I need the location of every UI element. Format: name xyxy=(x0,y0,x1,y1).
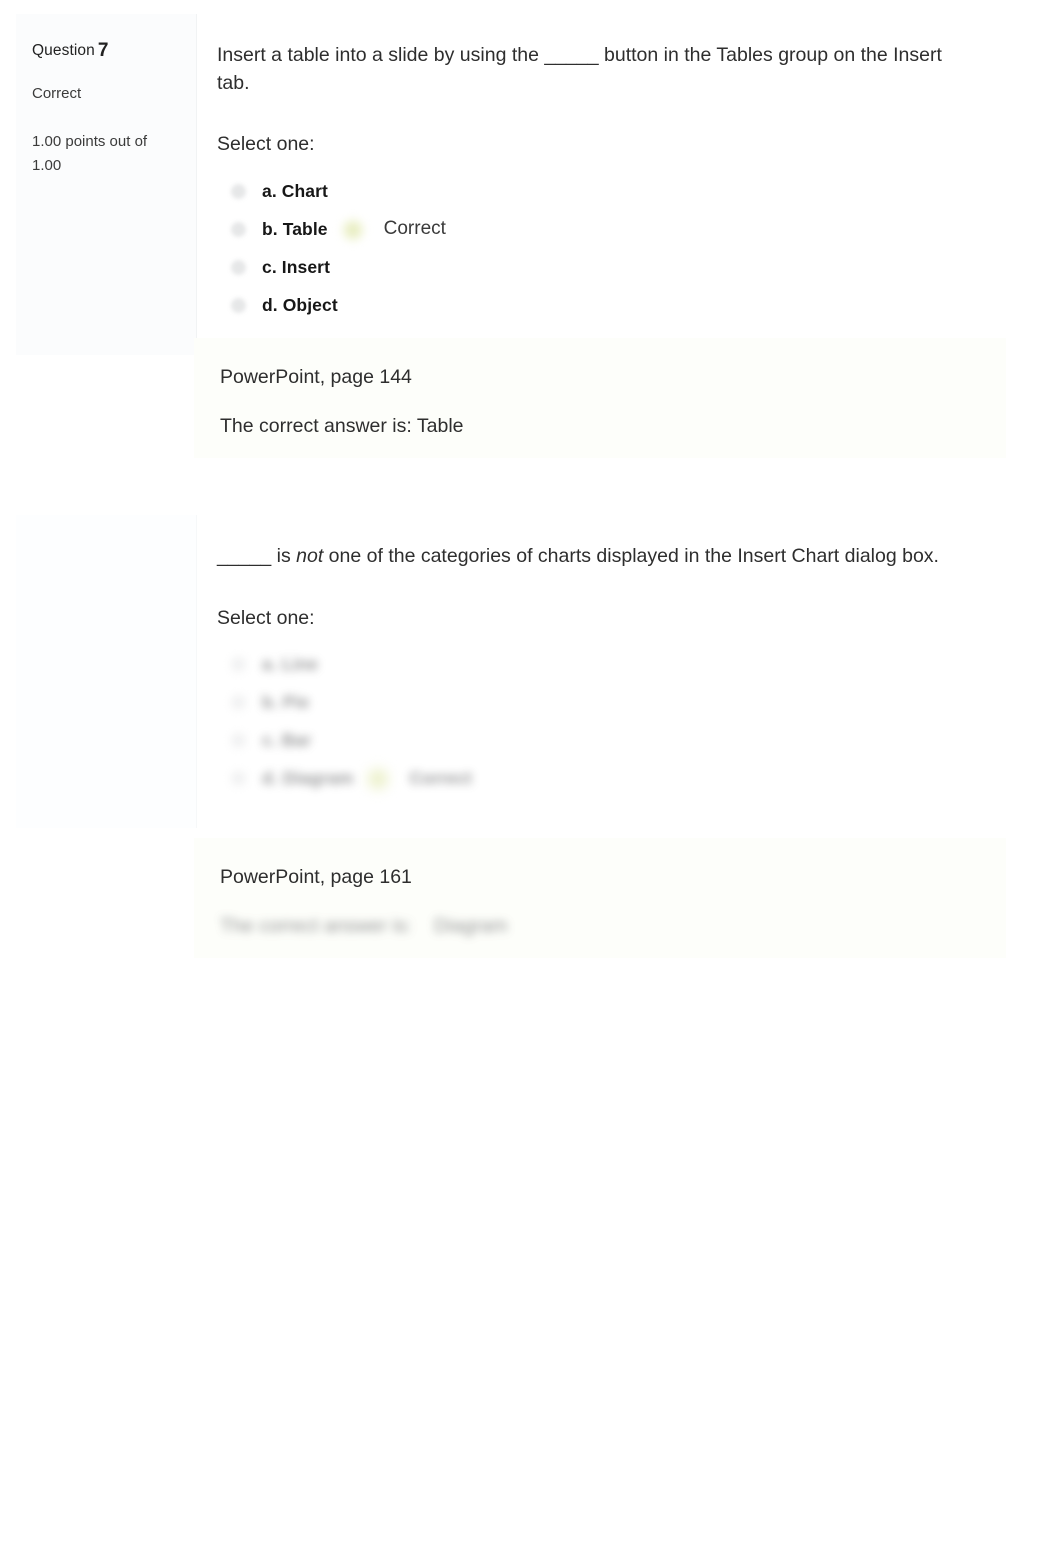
answer-option-a[interactable]: a. Chart xyxy=(217,173,972,211)
answer-label: d. Object xyxy=(262,295,338,316)
stem-emphasis: not xyxy=(296,545,324,567)
question-grade: 1.00 points out of 1.00 xyxy=(32,132,148,174)
question-label: Question xyxy=(32,42,95,59)
answer-label: b. Table xyxy=(262,219,328,240)
radio-button-icon[interactable] xyxy=(231,695,246,711)
answer-option-c[interactable]: c. Bar xyxy=(217,722,972,760)
feedback-block-8: PowerPoint, page 161 The correct answer … xyxy=(194,838,1006,958)
answer-option-a[interactable]: a. Line xyxy=(217,646,972,684)
question-info-panel-8 xyxy=(16,515,197,828)
answer-list-8: a. Line b. Pie c. Bar d. Diagram Correct xyxy=(217,646,972,798)
check-mark-icon xyxy=(365,765,392,792)
feedback-reference: PowerPoint, page 144 xyxy=(220,366,412,388)
question-body-8: _____ is not one of the categories of ch… xyxy=(197,515,1006,828)
question-stem: _____ is not one of the categories of ch… xyxy=(217,543,962,571)
answer-label: a. Chart xyxy=(262,181,328,202)
feedback-correct-answer-prefix: The correct answer is: xyxy=(220,915,412,938)
answer-label: b. Pie xyxy=(262,692,310,713)
question-stem: Insert a table into a slide by using the… xyxy=(217,44,942,94)
select-one-prompt: Select one: xyxy=(217,606,315,629)
answer-correct-flag: Correct xyxy=(409,768,472,789)
question-body-7: Insert a table into a slide by using the… xyxy=(197,14,1006,355)
feedback-block-7: PowerPoint, page 144 The correct answer … xyxy=(194,338,1006,458)
question-block-8: _____ is not one of the categories of ch… xyxy=(16,515,1006,828)
question-info-panel-7: Question 7 Correct 1.00 points out of 1.0… xyxy=(16,14,197,355)
feedback-correct-answer-value: Diagram xyxy=(433,915,508,938)
feedback-correct-answer: The correct answer is: Diagram xyxy=(220,913,508,940)
check-mark-icon xyxy=(339,216,366,243)
question-number: 7 xyxy=(97,40,109,61)
radio-button-icon[interactable] xyxy=(231,657,246,673)
radio-button-icon[interactable] xyxy=(231,733,246,749)
answer-label: c. Bar xyxy=(262,730,312,751)
question-state: Correct xyxy=(32,84,82,102)
answer-label: c. Insert xyxy=(262,257,331,278)
answer-label: d. Diagram xyxy=(262,768,354,789)
answer-option-c[interactable]: c. Insert xyxy=(217,249,972,287)
stem-part-1: _____ is xyxy=(217,545,297,567)
stem-part-2: one of the categories of charts displaye… xyxy=(323,545,939,567)
answer-option-b[interactable]: b. Table Correct xyxy=(217,211,972,249)
radio-button-icon[interactable] xyxy=(231,184,246,200)
quiz-review-page: Question 7 Correct 1.00 points out of 1.0… xyxy=(0,0,1062,1556)
answer-list-7: a. Chart b. Table Correct c. Insert d. O… xyxy=(217,173,972,325)
answer-option-d[interactable]: d. Diagram Correct xyxy=(217,760,972,798)
feedback-correct-answer: The correct answer is: Table xyxy=(220,415,464,438)
question-block-7: Question 7 Correct 1.00 points out of 1.0… xyxy=(16,14,1006,355)
select-one-prompt: Select one: xyxy=(217,133,315,156)
radio-button-icon[interactable] xyxy=(231,298,246,314)
radio-button-icon[interactable] xyxy=(231,222,246,238)
feedback-reference: PowerPoint, page 161 xyxy=(220,866,412,888)
answer-correct-flag: Correct xyxy=(383,218,446,240)
answer-option-b[interactable]: b. Pie xyxy=(217,684,972,722)
question-number-heading xyxy=(32,541,180,564)
answer-label: a. Line xyxy=(262,654,319,675)
answer-option-d[interactable]: d. Object xyxy=(217,287,972,325)
radio-button-icon[interactable] xyxy=(231,260,246,276)
radio-button-icon[interactable] xyxy=(231,771,246,787)
question-number-heading: Question 7 xyxy=(32,40,180,63)
